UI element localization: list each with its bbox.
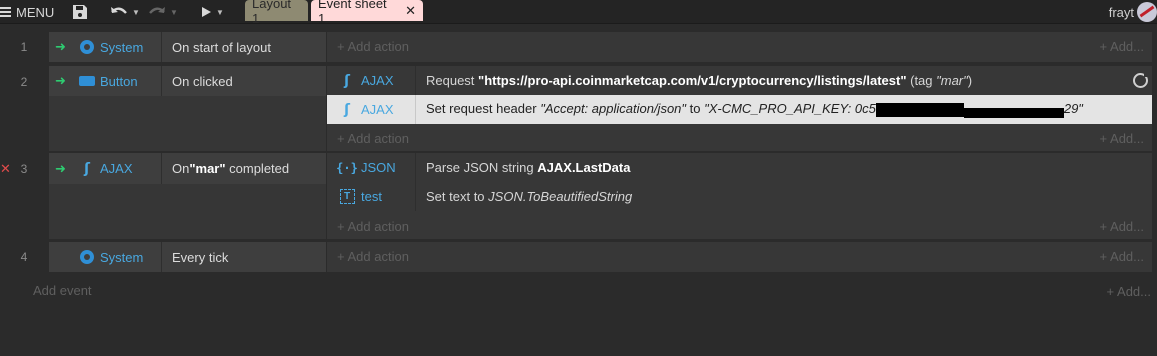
action-row[interactable]: ʃ AJAX Request "https://pro-api.coinmark… (327, 66, 1152, 95)
condition-text[interactable]: Every tick (161, 242, 326, 272)
avatar[interactable] (1137, 2, 1157, 22)
object-name: Button (100, 73, 138, 89)
condition-text[interactable]: On start of layout (161, 32, 326, 62)
gear-icon (79, 249, 95, 265)
add-action-link[interactable]: + Add action (337, 39, 409, 54)
action-object[interactable]: ʃ AJAX (339, 95, 419, 124)
redo-button[interactable]: ▼ (148, 0, 180, 24)
trigger-arrow-icon: ➜ (55, 73, 66, 88)
add-more-link[interactable]: + Add... (1107, 284, 1151, 299)
actions-block[interactable]: + Add action + Add... (327, 242, 1152, 272)
condition-object[interactable]: ➜ Button (49, 66, 161, 96)
trigger-arrow-icon: ➜ (55, 39, 66, 54)
tab-label: Layout 1 (252, 0, 292, 26)
add-more-link[interactable]: + Add... (1100, 249, 1144, 264)
condition-block[interactable]: ➜ Button On clicked (49, 66, 326, 151)
action-text[interactable]: Set request header "Accept: application/… (426, 101, 1083, 118)
text-icon: T (339, 189, 355, 205)
add-more-link[interactable]: + Add... (1100, 39, 1144, 54)
condition-object[interactable]: ➜ System (49, 32, 161, 62)
menu-button[interactable]: MENU (0, 0, 60, 24)
add-action-row[interactable]: + Add action + Add... (327, 244, 1152, 269)
event-number: 4 (20, 250, 28, 264)
redo-dropdown-icon[interactable]: ▼ (170, 8, 178, 17)
redaction-bar (963, 107, 1064, 118)
action-row[interactable]: {·} JSON Parse JSON string AJAX.LastData (327, 153, 1152, 182)
object-name: System (100, 39, 144, 55)
ajax-icon: ʃ (84, 160, 90, 177)
action-row[interactable]: ʃ AJAX Set request header "Accept: appli… (327, 95, 1152, 124)
event-number: 3 (20, 162, 28, 176)
redo-icon (149, 7, 165, 14)
action-text[interactable]: Parse JSON string AJAX.LastData (426, 160, 630, 175)
save-button[interactable] (72, 0, 88, 24)
event-number: 1 (20, 40, 28, 54)
action-object[interactable]: ʃ AJAX (339, 66, 419, 95)
actions-block[interactable]: {·} JSON Parse JSON string AJAX.LastData… (327, 153, 1152, 239)
condition-object[interactable]: ➜ ʃ AJAX (49, 153, 161, 184)
undo-button[interactable]: ▼ (110, 0, 142, 24)
condition-block[interactable]: System Every tick (49, 242, 326, 272)
action-row[interactable]: T test Set text to JSON.ToBeautifiedStri… (327, 182, 1152, 211)
condition-block[interactable]: ➜ System On start of layout (49, 32, 326, 62)
add-action-link[interactable]: + Add action (337, 131, 409, 146)
condition-object[interactable]: System (49, 242, 161, 272)
action-object[interactable]: {·} JSON (336, 153, 419, 182)
async-restart-icon (1133, 72, 1149, 88)
add-action-row[interactable]: + Add action + Add... (327, 214, 1152, 239)
add-more-link[interactable]: + Add... (1100, 219, 1144, 234)
condition-text[interactable]: On clicked (161, 66, 326, 96)
object-name: AJAX (361, 102, 394, 117)
action-text[interactable]: Set text to JSON.ToBeautifiedString (426, 189, 632, 204)
event-row[interactable]: System Every tick + Add action + Add... (49, 242, 1152, 272)
action-object[interactable]: T test (339, 182, 419, 211)
play-icon (202, 7, 211, 17)
undo-icon (111, 7, 127, 14)
ajax-icon: ʃ (344, 101, 350, 118)
tab-event-sheet-1[interactable]: Event sheet 1 ✕ (311, 0, 423, 26)
actions-block[interactable]: ʃ AJAX Request "https://pro-api.coinmark… (327, 66, 1152, 151)
actions-block[interactable]: + Add action + Add... (327, 32, 1152, 62)
menu-label: MENU (16, 4, 55, 20)
redaction-bar (875, 102, 964, 117)
object-name: System (100, 249, 144, 265)
save-icon (73, 5, 87, 19)
preview-button[interactable]: ▼ (200, 0, 232, 24)
preview-dropdown-icon[interactable]: ▼ (216, 8, 224, 17)
add-more-link[interactable]: + Add... (1100, 131, 1144, 146)
object-name: JSON (361, 160, 396, 175)
add-action-row[interactable]: + Add action + Add... (327, 126, 1152, 151)
condition-block[interactable]: ➜ ʃ AJAX On "mar" completed (49, 153, 326, 239)
event-row[interactable]: ➜ ʃ AJAX On "mar" completed {·} JSON Par… (49, 153, 1152, 239)
ajax-icon: ʃ (344, 72, 350, 89)
gear-icon (79, 39, 95, 55)
user-name[interactable]: frayt (1109, 0, 1134, 24)
add-event-link[interactable]: Add event (33, 283, 92, 298)
close-tab-icon[interactable]: ✕ (405, 3, 416, 19)
undo-dropdown-icon[interactable]: ▼ (132, 8, 140, 17)
add-action-link[interactable]: + Add action (337, 249, 409, 264)
tab-label: Event sheet 1 (318, 0, 387, 26)
add-action-row[interactable]: + Add action + Add... (327, 34, 1152, 59)
tab-layout-1[interactable]: Layout 1 (245, 0, 308, 26)
event-number: 2 (20, 75, 28, 89)
trigger-arrow-icon: ➜ (55, 160, 66, 176)
event-row[interactable]: ➜ Button On clicked ʃ AJAX Request "http… (49, 66, 1152, 151)
button-icon (79, 73, 95, 89)
object-name: AJAX (100, 161, 133, 176)
json-icon: {·} (336, 160, 358, 175)
condition-text[interactable]: On "mar" completed (161, 153, 326, 184)
object-name: AJAX (361, 73, 394, 88)
action-text[interactable]: Request "https://pro-api.coinmarketcap.c… (426, 73, 972, 88)
top-toolbar: MENU ▼ ▼ ▼ Layout 1 Event sheet 1 ✕ fray… (0, 0, 1157, 26)
add-action-link[interactable]: + Add action (337, 219, 409, 234)
event-row[interactable]: ➜ System On start of layout + Add action… (49, 32, 1152, 62)
object-name: test (361, 189, 382, 204)
hamburger-icon (0, 5, 11, 19)
